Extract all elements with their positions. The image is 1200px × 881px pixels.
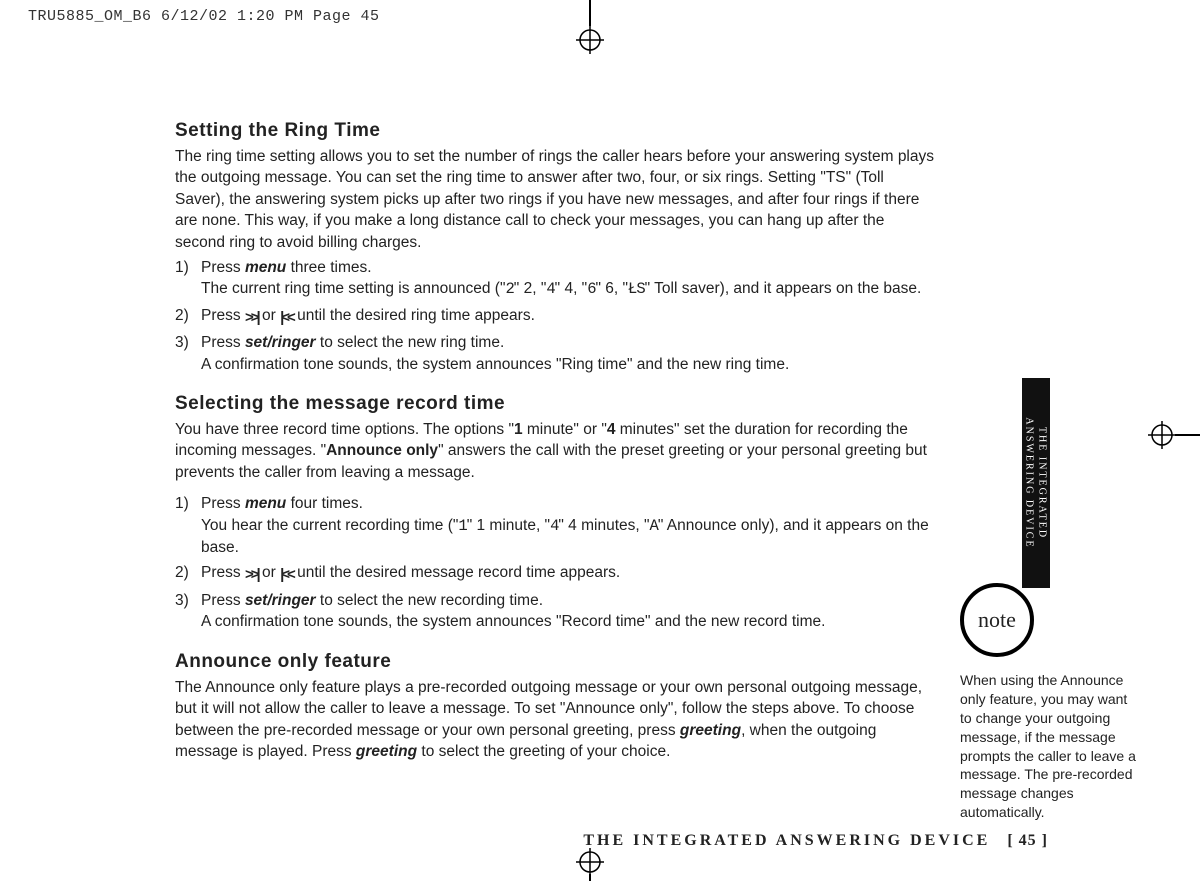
forward-icon: >>| xyxy=(245,565,258,586)
ring-intro: The ring time setting allows you to set … xyxy=(175,146,935,253)
ring-step-1: 1) Press menu three times. The current r… xyxy=(175,257,935,301)
ring-step-2: 2) Press >>| or |<< until the desired ri… xyxy=(175,305,935,329)
footer-title: THE INTEGRATED ANSWERING DEVICE xyxy=(583,832,990,849)
registration-mark-top xyxy=(576,26,604,54)
page-footer: THE INTEGRATED ANSWERING DEVICE [ 45 ] xyxy=(583,832,1048,850)
heading-ring-time: Setting the Ring Time xyxy=(175,120,935,142)
record-step-1: 1) Press menu four times. You hear the c… xyxy=(175,493,935,558)
heading-announce-only: Announce only feature xyxy=(175,651,935,673)
print-job-header: TRU5885_OM_B6 6/12/02 1:20 PM Page 45 xyxy=(28,8,380,25)
ring-step-3: 3) Press set/ringer to select the new ri… xyxy=(175,332,935,375)
section-announce-only: Announce only feature The Announce only … xyxy=(175,651,935,763)
rewind-icon: |<< xyxy=(280,565,293,586)
record-step-3: 3) Press set/ringer to select the new re… xyxy=(175,590,935,633)
crop-mark-top-v xyxy=(589,0,591,26)
note-icon: note xyxy=(960,583,1034,657)
note-text: When using the Announce only feature, yo… xyxy=(960,671,1140,822)
page-number: [ 45 ] xyxy=(1007,832,1048,849)
note-callout: note When using the Announce only featur… xyxy=(960,583,1160,822)
rewind-icon: |<< xyxy=(280,308,293,329)
page-content: Setting the Ring Time The ring time sett… xyxy=(175,120,935,780)
registration-mark-bottom xyxy=(576,848,604,876)
side-tab-label: THE INTEGRATED ANSWERING DEVICE xyxy=(1022,378,1050,588)
record-step-2: 2) Press >>| or |<< until the desired me… xyxy=(175,562,935,586)
section-record-time: Selecting the message record time You ha… xyxy=(175,393,935,633)
heading-record-time: Selecting the message record time xyxy=(175,393,935,415)
forward-icon: >>| xyxy=(245,308,258,329)
registration-mark-right xyxy=(1148,421,1176,449)
section-ring-time: Setting the Ring Time The ring time sett… xyxy=(175,120,935,375)
announce-body: The Announce only feature plays a pre-re… xyxy=(175,677,935,763)
record-intro: You have three record time options. The … xyxy=(175,419,935,483)
crop-mark-right-h xyxy=(1175,434,1200,436)
